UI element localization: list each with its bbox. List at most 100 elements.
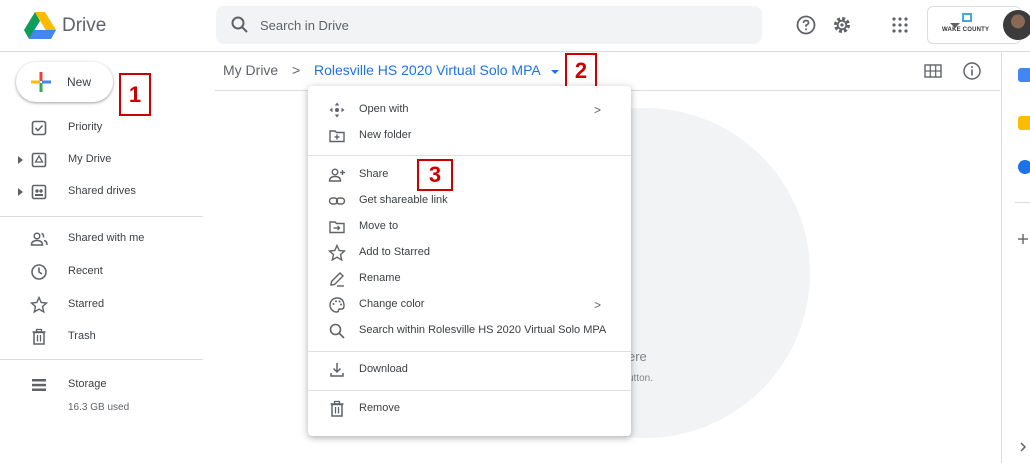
side-panel-divider <box>1001 52 1002 463</box>
sidebar-item-starred[interactable]: Starred <box>0 291 200 319</box>
top-bar: Drive WAKE COUNTY <box>0 0 1030 52</box>
expand-arrow-icon[interactable] <box>18 188 23 196</box>
gear-icon[interactable] <box>831 14 853 36</box>
menu-item-get-shareable-link[interactable]: Get shareable link <box>308 188 631 214</box>
menu-item-label: Open with <box>359 103 409 115</box>
sidebar-item-label: Priority <box>68 121 103 133</box>
organization-mark-icon <box>962 13 972 22</box>
sidebar-item-label: Starred <box>68 298 105 310</box>
folder-menu-caret-icon[interactable] <box>551 70 559 74</box>
side-panel-separator <box>1015 202 1030 203</box>
menu-item-share[interactable]: Share <box>308 162 631 188</box>
storage-label: Storage <box>68 378 107 390</box>
new-folder-icon <box>329 130 345 143</box>
menu-separator <box>308 351 631 352</box>
callout-3: 3 <box>417 159 453 191</box>
storage-icon <box>32 379 46 391</box>
shared-drives-icon <box>31 184 47 200</box>
sidebar-item-label: My Drive <box>68 153 112 165</box>
app-title: Drive <box>62 15 107 36</box>
menu-item-new-folder[interactable]: New folder <box>308 123 631 149</box>
star-icon <box>328 244 346 262</box>
new-button-label: New <box>67 75 92 89</box>
expand-arrow-icon[interactable] <box>18 156 23 164</box>
palette-icon <box>329 297 345 313</box>
drive-logo-icon[interactable] <box>24 12 56 40</box>
menu-item-move-to[interactable]: Move to <box>308 214 631 240</box>
breadcrumb-my-drive[interactable]: My Drive <box>223 62 278 78</box>
submenu-arrow-icon: > <box>594 298 602 312</box>
menu-item-label: Move to <box>359 220 399 232</box>
trash-icon <box>32 328 46 345</box>
breadcrumb-separator: > <box>292 62 301 78</box>
menu-item-change-color[interactable]: Change color > <box>308 292 631 318</box>
menu-item-label: Search within Rolesville HS 2020 Virtual… <box>359 324 607 336</box>
search-icon[interactable] <box>230 15 250 35</box>
empty-state-subtitle: utton. <box>628 373 654 384</box>
clock-icon <box>31 264 47 280</box>
my-drive-icon <box>31 152 47 168</box>
new-button[interactable]: New <box>16 62 113 102</box>
download-icon <box>330 363 344 377</box>
menu-item-label: Get shareable link <box>359 194 448 206</box>
move-to-icon <box>329 221 345 234</box>
plus-icon <box>31 72 51 92</box>
grid-view-icon[interactable] <box>924 63 942 79</box>
breadcrumb-current-folder[interactable]: Rolesville HS 2020 Virtual Solo MPA <box>314 62 541 78</box>
info-icon[interactable] <box>962 61 982 81</box>
menu-separator <box>308 390 631 391</box>
sidebar-item-label: Recent <box>68 265 103 277</box>
search-icon <box>329 323 345 339</box>
sidebar-item-priority[interactable]: Priority <box>0 114 200 142</box>
sidebar-divider <box>0 359 203 360</box>
menu-item-label: Rename <box>359 272 401 284</box>
sidebar-divider <box>0 216 203 217</box>
show-side-panel-icon[interactable] <box>1019 441 1027 453</box>
sidebar-item-label: Shared with me <box>68 232 145 244</box>
callout-2: 2 <box>565 53 597 88</box>
star-icon <box>30 296 48 314</box>
people-icon <box>30 232 48 246</box>
search-bar[interactable] <box>216 6 960 44</box>
submenu-arrow-icon: > <box>594 103 602 117</box>
storage-used-text: 16.3 GB used <box>68 402 130 413</box>
rename-icon <box>330 272 344 287</box>
organization-name: WAKE COUNTY <box>942 27 990 33</box>
link-icon <box>328 197 346 205</box>
menu-item-label: Download <box>359 363 408 375</box>
sidebar-item-shared-drives[interactable]: Shared drives <box>0 178 200 206</box>
menu-item-search-within[interactable]: Search within Rolesville HS 2020 Virtual… <box>308 318 631 344</box>
sidebar-item-label: Shared drives <box>68 185 136 197</box>
keep-icon[interactable] <box>1018 116 1030 130</box>
menu-item-label: Share <box>359 168 389 180</box>
search-input[interactable] <box>260 6 700 44</box>
sidebar-item-label: Trash <box>68 330 96 342</box>
open-with-icon <box>329 102 345 118</box>
menu-item-open-with[interactable]: Open with > <box>308 97 631 123</box>
folder-context-menu: Open with > New folder Share Get shareab… <box>308 86 631 436</box>
add-addon-icon[interactable] <box>1017 233 1029 245</box>
menu-item-download[interactable]: Download <box>308 357 631 383</box>
menu-item-remove[interactable]: Remove <box>308 396 631 422</box>
menu-item-label: New folder <box>359 129 412 141</box>
help-icon[interactable] <box>795 14 817 36</box>
priority-icon <box>31 120 47 136</box>
menu-separator <box>308 155 631 156</box>
menu-item-rename[interactable]: Rename <box>308 266 631 292</box>
callout-1: 1 <box>119 73 151 116</box>
menu-item-add-to-starred[interactable]: Add to Starred <box>308 240 631 266</box>
apps-grid-icon[interactable] <box>889 14 911 36</box>
share-icon <box>328 168 345 182</box>
sidebar-item-shared-with-me[interactable]: Shared with me <box>0 225 200 253</box>
sidebar-item-my-drive[interactable]: My Drive <box>0 146 200 174</box>
sidebar-item-recent[interactable]: Recent <box>0 258 200 286</box>
menu-item-label: Change color <box>359 298 425 310</box>
sidebar-item-trash[interactable]: Trash <box>0 323 200 351</box>
calendar-icon[interactable] <box>1018 68 1030 82</box>
menu-item-label: Remove <box>359 402 400 414</box>
tasks-icon[interactable] <box>1018 160 1030 174</box>
avatar[interactable] <box>1003 10 1030 40</box>
sidebar-item-storage[interactable]: Storage <box>0 371 200 399</box>
trash-icon <box>330 400 344 417</box>
menu-item-label: Add to Starred <box>359 246 430 258</box>
